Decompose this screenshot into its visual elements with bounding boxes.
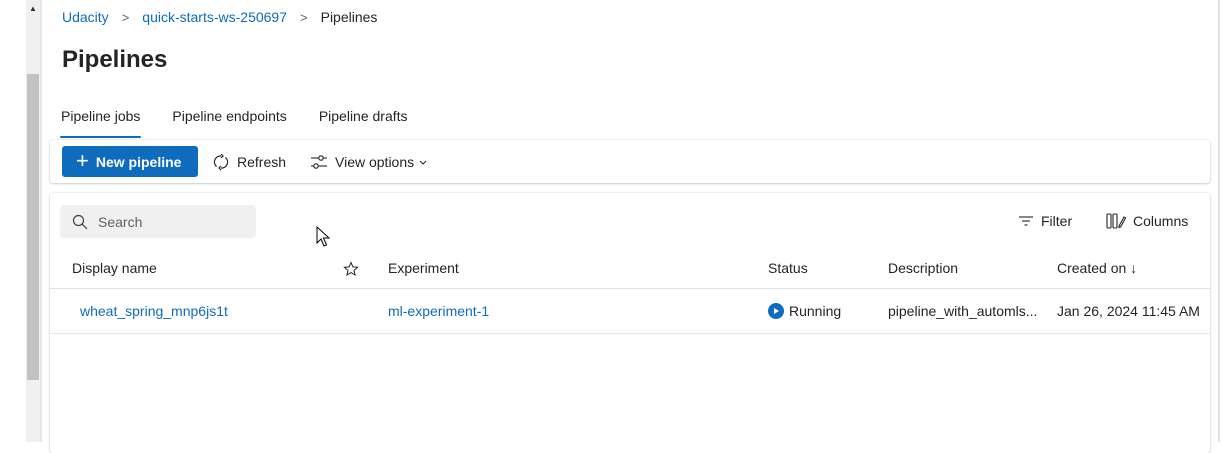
- job-display-name-link[interactable]: wheat_spring_mnp6js1t: [80, 303, 228, 319]
- status-cell: Running: [768, 303, 841, 319]
- scroll-up-arrow-icon[interactable]: ▲: [26, 2, 40, 16]
- scrollbar[interactable]: ▲: [26, 0, 40, 442]
- breadcrumb: Udacity > quick-starts-ws-250697 > Pipel…: [62, 7, 377, 27]
- scrollbar-thumb[interactable]: [27, 74, 39, 380]
- filter-button[interactable]: Filter: [1018, 211, 1072, 231]
- view-options-label: View options: [335, 153, 415, 170]
- breadcrumb-workspace[interactable]: quick-starts-ws-250697: [142, 9, 287, 25]
- refresh-icon: [213, 153, 229, 170]
- column-header-status[interactable]: Status: [768, 260, 808, 276]
- search-input[interactable]: [98, 213, 248, 230]
- search-box[interactable]: [60, 205, 256, 238]
- refresh-label: Refresh: [237, 153, 287, 170]
- tab-pipeline-endpoints[interactable]: Pipeline endpoints: [171, 106, 287, 138]
- breadcrumb-separator: >: [121, 9, 130, 25]
- column-header-display-name[interactable]: Display name: [72, 260, 157, 276]
- filter-icon: [1019, 216, 1033, 226]
- page-title: Pipelines: [62, 46, 168, 73]
- new-pipeline-label: New pipeline: [95, 153, 182, 170]
- tab-pipeline-jobs[interactable]: Pipeline jobs: [60, 106, 142, 138]
- view-options-button[interactable]: View options: [310, 146, 429, 177]
- breadcrumb-udacity[interactable]: Udacity: [62, 9, 109, 25]
- running-status-icon: [768, 303, 784, 319]
- breadcrumb-current: Pipelines: [320, 9, 378, 25]
- experiment-link[interactable]: ml-experiment-1: [388, 303, 489, 319]
- grid-header-row: Display name Experiment Status Descripti…: [50, 249, 1210, 289]
- options-sliders-icon: [311, 154, 327, 169]
- pipelines-page: Udacity > quick-starts-ws-250697 > Pipel…: [42, 0, 1220, 453]
- star-icon[interactable]: [343, 261, 359, 277]
- tab-list: Pipeline jobs Pipeline endpoints Pipelin…: [60, 106, 439, 138]
- mouse-pointer-icon: [316, 226, 330, 247]
- column-header-created-on[interactable]: Created on ↓: [1057, 260, 1137, 276]
- window-edge: [1218, 0, 1220, 442]
- filter-label: Filter: [1041, 213, 1073, 229]
- search-icon: [72, 214, 88, 229]
- table-row[interactable]: wheat_spring_mnp6js1t ml-experiment-1 Ru…: [50, 290, 1210, 334]
- columns-edit-icon: [1106, 213, 1126, 229]
- column-header-experiment[interactable]: Experiment: [388, 260, 459, 276]
- created-on-cell: Jan 26, 2024 11:45 AM: [1057, 303, 1200, 319]
- columns-button[interactable]: Columns: [1106, 211, 1188, 231]
- pipeline-jobs-grid: Filter Columns Display name Experiment S…: [50, 193, 1210, 453]
- command-bar: + New pipeline Refresh View options: [50, 140, 1210, 183]
- new-pipeline-button[interactable]: + New pipeline: [62, 146, 198, 177]
- breadcrumb-separator: >: [300, 9, 308, 25]
- columns-label: Columns: [1133, 213, 1189, 229]
- refresh-button[interactable]: Refresh: [212, 146, 286, 177]
- column-header-description[interactable]: Description: [888, 260, 958, 276]
- plus-icon: +: [76, 147, 89, 173]
- tab-pipeline-drafts[interactable]: Pipeline drafts: [318, 106, 409, 138]
- status-text: Running: [789, 303, 842, 319]
- chevron-down-icon: [419, 160, 427, 165]
- description-cell: pipeline_with_automls...: [888, 303, 1038, 319]
